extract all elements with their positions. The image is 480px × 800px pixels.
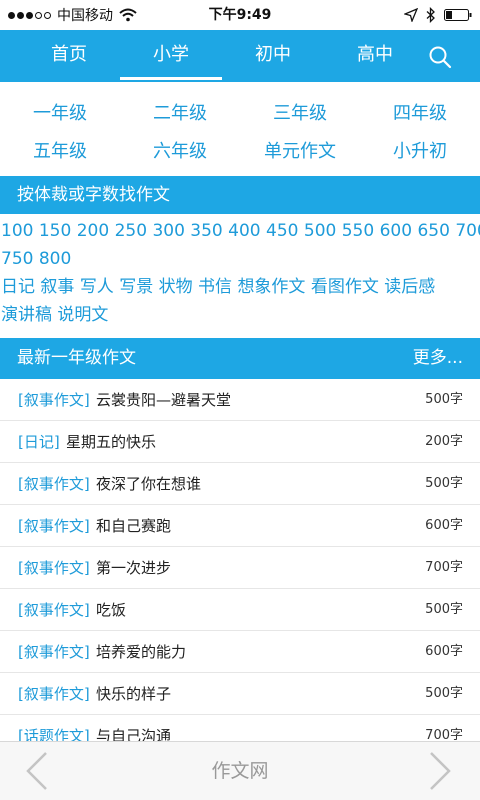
genre-row: 演讲稿 说明文 bbox=[1, 301, 108, 329]
article-word-count: 500字 bbox=[425, 686, 463, 701]
genre-link[interactable]: 书信 bbox=[198, 277, 232, 297]
genre-link[interactable]: 看图作文 bbox=[311, 277, 379, 297]
article-word-count: 500字 bbox=[425, 392, 463, 407]
article-row[interactable]: [叙事作文] 和自己赛跑 600字 bbox=[0, 505, 480, 547]
genre-link[interactable]: 150 bbox=[39, 221, 71, 241]
status-right bbox=[404, 0, 472, 30]
article-tag[interactable]: [叙事作文] bbox=[18, 631, 90, 673]
article-tag[interactable]: [叙事作文] bbox=[18, 463, 90, 505]
tab-junior-high[interactable]: 初中 bbox=[222, 30, 324, 82]
genre-link[interactable]: 600 bbox=[380, 221, 412, 241]
article-word-count: 600字 bbox=[425, 644, 463, 659]
search-icon[interactable] bbox=[425, 42, 455, 72]
grade-link[interactable]: 二年级 bbox=[120, 97, 240, 131]
article-row[interactable]: [叙事作文] 吃饭 500字 bbox=[0, 589, 480, 631]
genre-link[interactable]: 250 bbox=[115, 221, 147, 241]
grade-links: 一年级 二年级 三年级 四年级 五年级 六年级 单元作文 小升初 bbox=[0, 82, 480, 176]
tab-senior-high[interactable]: 高中 bbox=[324, 30, 426, 82]
location-arrow-icon bbox=[404, 8, 418, 22]
grade-link[interactable]: 四年级 bbox=[360, 97, 480, 131]
status-bar: 中国移动 下午9:49 bbox=[0, 0, 480, 30]
latest-section-header: 最新一年级作文 更多... bbox=[0, 338, 480, 379]
wifi-icon bbox=[119, 8, 137, 22]
genre-link[interactable]: 450 bbox=[266, 221, 298, 241]
article-word-count: 500字 bbox=[425, 476, 463, 491]
more-link[interactable]: 更多... bbox=[413, 338, 463, 379]
genre-link[interactable]: 叙事 bbox=[40, 277, 74, 297]
article-tag[interactable]: [叙事作文] bbox=[18, 547, 90, 589]
article-row[interactable]: [叙事作文] 培养爱的能力 600字 bbox=[0, 631, 480, 673]
article-title[interactable]: 吃饭 bbox=[96, 589, 126, 631]
genre-link[interactable]: 演讲稿 bbox=[1, 305, 52, 325]
tab-primary[interactable]: 小学 bbox=[120, 30, 222, 82]
tab-home[interactable]: 首页 bbox=[18, 30, 120, 82]
signal-dots-icon bbox=[8, 11, 51, 19]
article-word-count: 700字 bbox=[425, 560, 463, 575]
grade-link[interactable]: 六年级 bbox=[120, 135, 240, 169]
genre-link[interactable]: 800 bbox=[39, 249, 71, 269]
article-tag[interactable]: [叙事作文] bbox=[18, 589, 90, 631]
article-row[interactable]: [叙事作文] 第一次进步 700字 bbox=[0, 547, 480, 589]
article-title[interactable]: 星期五的快乐 bbox=[66, 421, 156, 463]
genre-link[interactable]: 想象作文 bbox=[237, 277, 305, 297]
genre-link[interactable]: 550 bbox=[342, 221, 374, 241]
article-tag[interactable]: [话题作文] bbox=[18, 715, 90, 741]
article-word-count: 600字 bbox=[425, 518, 463, 533]
article-tag[interactable]: [日记] bbox=[18, 421, 60, 463]
word-count-row: 100 150 200 250 300 350 400 450 500 550 … bbox=[1, 217, 480, 245]
article-word-count: 200字 bbox=[425, 434, 463, 449]
genre-link[interactable]: 读后感 bbox=[384, 277, 435, 297]
article-word-count: 700字 bbox=[425, 728, 463, 741]
genre-link[interactable]: 500 bbox=[304, 221, 336, 241]
genre-link[interactable]: 700 bbox=[455, 221, 480, 241]
bottom-bar: 作文网 bbox=[0, 741, 480, 800]
article-row[interactable]: [叙事作文] 夜深了你在想谁 500字 bbox=[0, 463, 480, 505]
article-title[interactable]: 快乐的样子 bbox=[96, 673, 171, 715]
genre-link[interactable]: 650 bbox=[417, 221, 449, 241]
latest-section-title: 最新一年级作文 bbox=[17, 348, 136, 368]
genre-link[interactable]: 日记 bbox=[1, 277, 35, 297]
article-word-count: 500字 bbox=[425, 602, 463, 617]
article-row[interactable]: [话题作文] 与自己沟通 700字 bbox=[0, 715, 480, 741]
genre-link[interactable]: 300 bbox=[152, 221, 184, 241]
genre-row: 日记 叙事 写人 写景 状物 书信 想象作文 看图作文 读后感 bbox=[1, 273, 435, 301]
article-title[interactable]: 和自己赛跑 bbox=[96, 505, 171, 547]
carrier-label: 中国移动 bbox=[57, 8, 113, 24]
article-row[interactable]: [日记] 星期五的快乐 200字 bbox=[0, 421, 480, 463]
genre-link[interactable]: 100 bbox=[1, 221, 33, 241]
genre-link[interactable]: 写人 bbox=[80, 277, 114, 297]
word-count-row: 750 800 bbox=[1, 245, 71, 273]
genre-link[interactable]: 写景 bbox=[119, 277, 153, 297]
genre-link[interactable]: 350 bbox=[190, 221, 222, 241]
status-left: 中国移动 bbox=[8, 0, 137, 30]
article-tag[interactable]: [叙事作文] bbox=[18, 379, 90, 421]
article-title[interactable]: 夜深了你在想谁 bbox=[96, 463, 201, 505]
grade-link[interactable]: 五年级 bbox=[0, 135, 120, 169]
chevron-right-icon[interactable] bbox=[425, 750, 455, 792]
genre-link[interactable]: 状物 bbox=[159, 277, 193, 297]
genre-link[interactable]: 200 bbox=[77, 221, 109, 241]
top-nav: 首页 小学 初中 高中 bbox=[0, 30, 480, 82]
genre-link[interactable]: 750 bbox=[1, 249, 33, 269]
grade-link[interactable]: 一年级 bbox=[0, 97, 120, 131]
site-name: 作文网 bbox=[211, 760, 269, 782]
article-row[interactable]: [叙事作文] 云裳贵阳—避暑天堂 500字 bbox=[0, 379, 480, 421]
article-tag[interactable]: [叙事作文] bbox=[18, 673, 90, 715]
genre-section-header: 按体裁或字数找作文 bbox=[0, 176, 480, 214]
article-title[interactable]: 云裳贵阳—避暑天堂 bbox=[96, 379, 231, 421]
bluetooth-icon bbox=[426, 7, 435, 23]
battery-icon bbox=[444, 9, 472, 21]
genre-link[interactable]: 说明文 bbox=[57, 305, 108, 325]
genre-link[interactable]: 400 bbox=[228, 221, 260, 241]
grade-link[interactable]: 三年级 bbox=[240, 97, 360, 131]
article-tag[interactable]: [叙事作文] bbox=[18, 505, 90, 547]
genre-section-title: 按体裁或字数找作文 bbox=[17, 185, 170, 205]
article-title[interactable]: 与自己沟通 bbox=[96, 715, 171, 741]
grade-link[interactable]: 小升初 bbox=[360, 135, 480, 169]
article-row[interactable]: [叙事作文] 快乐的样子 500字 bbox=[0, 673, 480, 715]
article-title[interactable]: 培养爱的能力 bbox=[96, 631, 186, 673]
grade-link[interactable]: 单元作文 bbox=[240, 135, 360, 169]
article-list: [叙事作文] 云裳贵阳—避暑天堂 500字 [日记] 星期五的快乐 200字 [叙事作文] 夜… bbox=[0, 379, 480, 741]
article-title[interactable]: 第一次进步 bbox=[96, 547, 171, 589]
